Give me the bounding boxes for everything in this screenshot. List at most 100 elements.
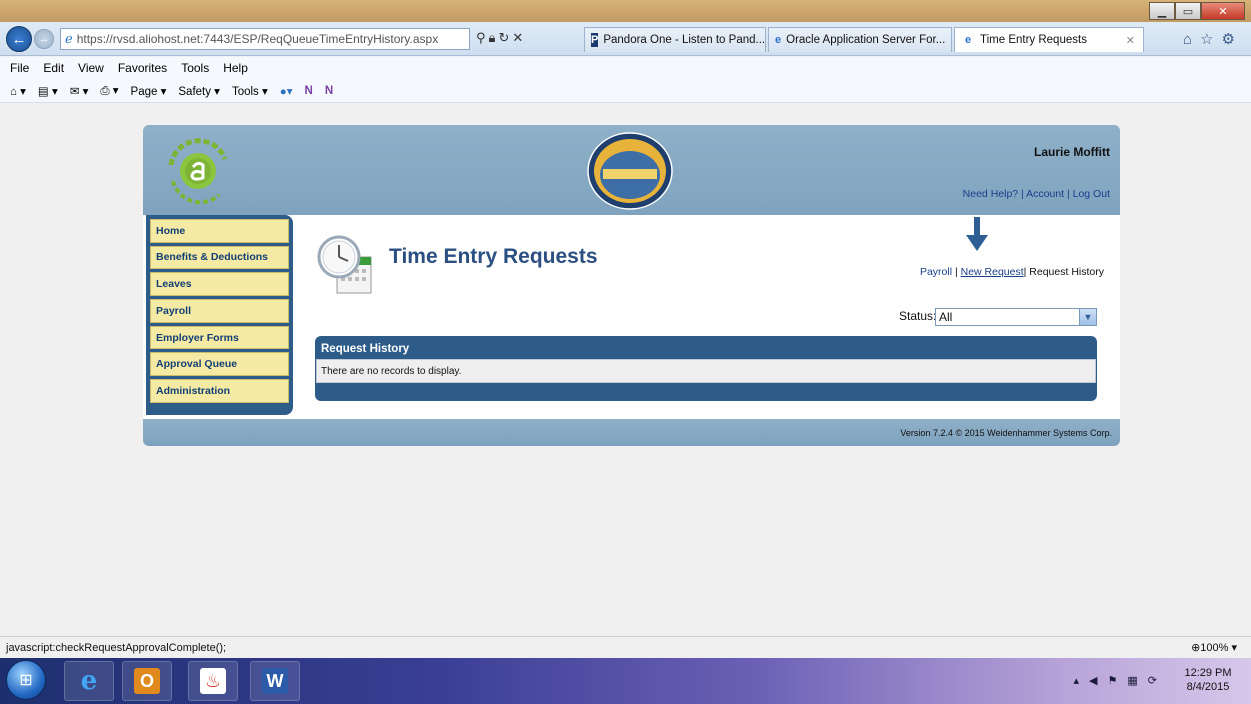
taskbar-clock[interactable]: 12:29 PM 8/4/2015 <box>1173 666 1243 694</box>
close-window-button[interactable]: ✕ <box>1201 2 1245 20</box>
pandora-icon: P <box>591 33 599 47</box>
lock-icon[interactable]: 🔒︎ <box>489 30 499 45</box>
taskbar-java[interactable]: ♨ <box>188 661 238 701</box>
clock-time: 12:29 PM <box>1184 667 1232 679</box>
user-name: Laurie Moffitt <box>1034 145 1110 159</box>
taskbar-word[interactable]: W <box>250 661 300 701</box>
show-hidden-icons-icon[interactable]: ▴ <box>1074 675 1090 687</box>
zoom-icon: ⊕ <box>1191 642 1201 654</box>
sidebar-item-employer-forms[interactable]: Employer Forms <box>150 325 289 350</box>
close-tab-icon[interactable]: ✕ <box>1126 34 1135 47</box>
portal-body: Home Benefits & Deductions Leaves Payrol… <box>143 215 1120 419</box>
address-bar[interactable]: ℯ https://rvsd.aliohost.net:7443/ESP/Req… <box>60 28 470 50</box>
status-select[interactable]: All ▼ <box>935 308 1097 326</box>
status-url: javascript:checkRequestApprovalComplete(… <box>6 642 227 654</box>
menu-tools[interactable]: Tools <box>181 61 209 75</box>
sidebar-item-approval-queue[interactable]: Approval Queue <box>150 352 289 376</box>
chevron-down-icon[interactable]: ▼ <box>1079 309 1096 325</box>
menu-favorites[interactable]: Favorites <box>118 61 167 75</box>
district-seal-logo <box>587 132 673 210</box>
sidebar-item-leaves[interactable]: Leaves <box>150 272 289 296</box>
taskbar-outlook[interactable]: O <box>122 661 172 701</box>
request-history-title: Request History <box>321 343 410 355</box>
sidebar-item-payroll[interactable]: Payroll <box>150 299 289 323</box>
down-arrow-icon <box>966 217 988 251</box>
favorites-star-icon[interactable]: ☆ <box>1200 31 1221 48</box>
browser-address-row: ← → ℯ https://rvsd.aliohost.net:7443/ESP… <box>0 22 1251 56</box>
request-history-empty-message: There are no records to display. <box>316 359 1096 383</box>
need-help-link[interactable]: Need Help? <box>963 188 1018 200</box>
tab-time-entry-requests[interactable]: e Time Entry Requests ✕ <box>954 27 1144 52</box>
address-url: https://rvsd.aliohost.net:7443/ESP/ReqQu… <box>76 32 439 46</box>
log-out-link[interactable]: Log Out <box>1073 188 1110 200</box>
menu-edit[interactable]: Edit <box>43 61 64 75</box>
java-icon: ♨ <box>200 668 226 694</box>
safety-menu[interactable]: Safety ▾ <box>178 84 220 98</box>
version-text: Version 7.2.4 © 2015 Weidenhammer System… <box>900 428 1112 438</box>
portal-header: Laurie Moffitt Need Help? | Account | Lo… <box>143 125 1120 215</box>
sidebar-item-home[interactable]: Home <box>150 219 289 243</box>
clock-calendar-icon <box>317 235 372 294</box>
back-button[interactable]: ← <box>6 26 32 52</box>
outlook-icon: O <box>134 668 160 694</box>
onenote-linked-icon[interactable]: N <box>325 85 333 97</box>
browser-right-icons: ⌂☆⚙ <box>1183 30 1243 48</box>
zoom-level[interactable]: ⊕100% ▾ <box>1191 641 1237 654</box>
header-links: Need Help? | Account | Log Out <box>962 188 1110 200</box>
menu-help[interactable]: Help <box>223 61 248 75</box>
menu-view[interactable]: View <box>78 61 104 75</box>
window-title-bar: ▁ ▭ ✕ <box>0 0 1251 22</box>
volume-icon[interactable]: ◀ <box>1089 675 1107 687</box>
action-center-icon[interactable]: ⚑ <box>1108 675 1128 687</box>
ie-page-icon: ℯ <box>65 31 73 46</box>
sidebar-nav: Home Benefits & Deductions Leaves Payrol… <box>146 215 293 415</box>
help-icon[interactable]: ●▾ <box>280 84 293 98</box>
sidebar-item-administration[interactable]: Administration <box>150 379 289 403</box>
maximize-button[interactable]: ▭ <box>1175 2 1201 20</box>
home-icon[interactable]: ⌂ ▾ <box>10 84 26 98</box>
ie-icon: e <box>964 34 972 46</box>
network-icon[interactable]: ▦ <box>1127 675 1147 687</box>
breadcrumb-request-history: Request History <box>1029 266 1104 278</box>
mail-icon[interactable]: ✉ ▾ <box>70 84 89 98</box>
breadcrumb-payroll[interactable]: Payroll <box>920 266 952 278</box>
menu-bar: File Edit View Favorites Tools Help <box>0 57 1251 79</box>
stop-icon[interactable]: ✕ <box>512 30 526 45</box>
minimize-button[interactable]: ▁ <box>1149 2 1175 20</box>
employee-service-portal-logo <box>168 138 228 205</box>
browser-status-bar: javascript:checkRequestApprovalComplete(… <box>0 636 1251 658</box>
forward-button[interactable]: → <box>34 29 54 49</box>
address-tools: ⚲🔒︎↻✕ <box>476 30 526 46</box>
feeds-icon[interactable]: ▤ ▾ <box>38 84 58 98</box>
page-title: Time Entry Requests <box>389 245 598 268</box>
word-icon: W <box>262 668 288 694</box>
taskbar-internet-explorer[interactable]: e <box>64 661 114 701</box>
system-tray: ▴◀⚑▦⟳ <box>1074 674 1168 687</box>
breadcrumb: Payroll | New Request| Request History <box>919 266 1104 278</box>
print-icon[interactable]: ⎙ ▾ <box>100 83 118 98</box>
tools-menu[interactable]: Tools ▾ <box>232 84 268 98</box>
tab-oracle[interactable]: e Oracle Application Server For... <box>768 27 952 52</box>
request-history-panel: Request History There are no records to … <box>315 336 1097 401</box>
windows-taskbar: ⊞ e O ♨ W ▴◀⚑▦⟳ 12:29 PM 8/4/2015 <box>0 658 1251 704</box>
search-icon[interactable]: ⚲ <box>476 30 489 45</box>
start-button[interactable]: ⊞ <box>6 660 46 700</box>
clock-date: 8/4/2015 <box>1186 681 1230 693</box>
breadcrumb-new-request[interactable]: New Request <box>961 266 1024 278</box>
tab-pandora[interactable]: P Pandora One - Listen to Pand... <box>584 27 766 52</box>
refresh-icon[interactable]: ↻ <box>498 30 512 45</box>
home-icon[interactable]: ⌂ <box>1183 31 1200 48</box>
sync-icon[interactable]: ⟳ <box>1148 675 1167 687</box>
onenote-icon[interactable]: N <box>305 85 313 97</box>
tab-label: Oracle Application Server For... <box>786 34 946 46</box>
gear-icon[interactable]: ⚙ <box>1222 31 1243 48</box>
account-link[interactable]: Account <box>1026 188 1064 200</box>
ie-icon: e <box>775 34 782 46</box>
page-menu[interactable]: Page ▾ <box>131 84 167 98</box>
sidebar-item-benefits[interactable]: Benefits & Deductions <box>150 245 289 270</box>
window-controls: ▁ ▭ ✕ <box>1149 2 1245 20</box>
tab-label: Time Entry Requests <box>980 34 1087 46</box>
employee-portal: Laurie Moffitt Need Help? | Account | Lo… <box>143 125 1120 446</box>
menu-file[interactable]: File <box>10 61 29 75</box>
status-label: Status: <box>899 309 937 323</box>
